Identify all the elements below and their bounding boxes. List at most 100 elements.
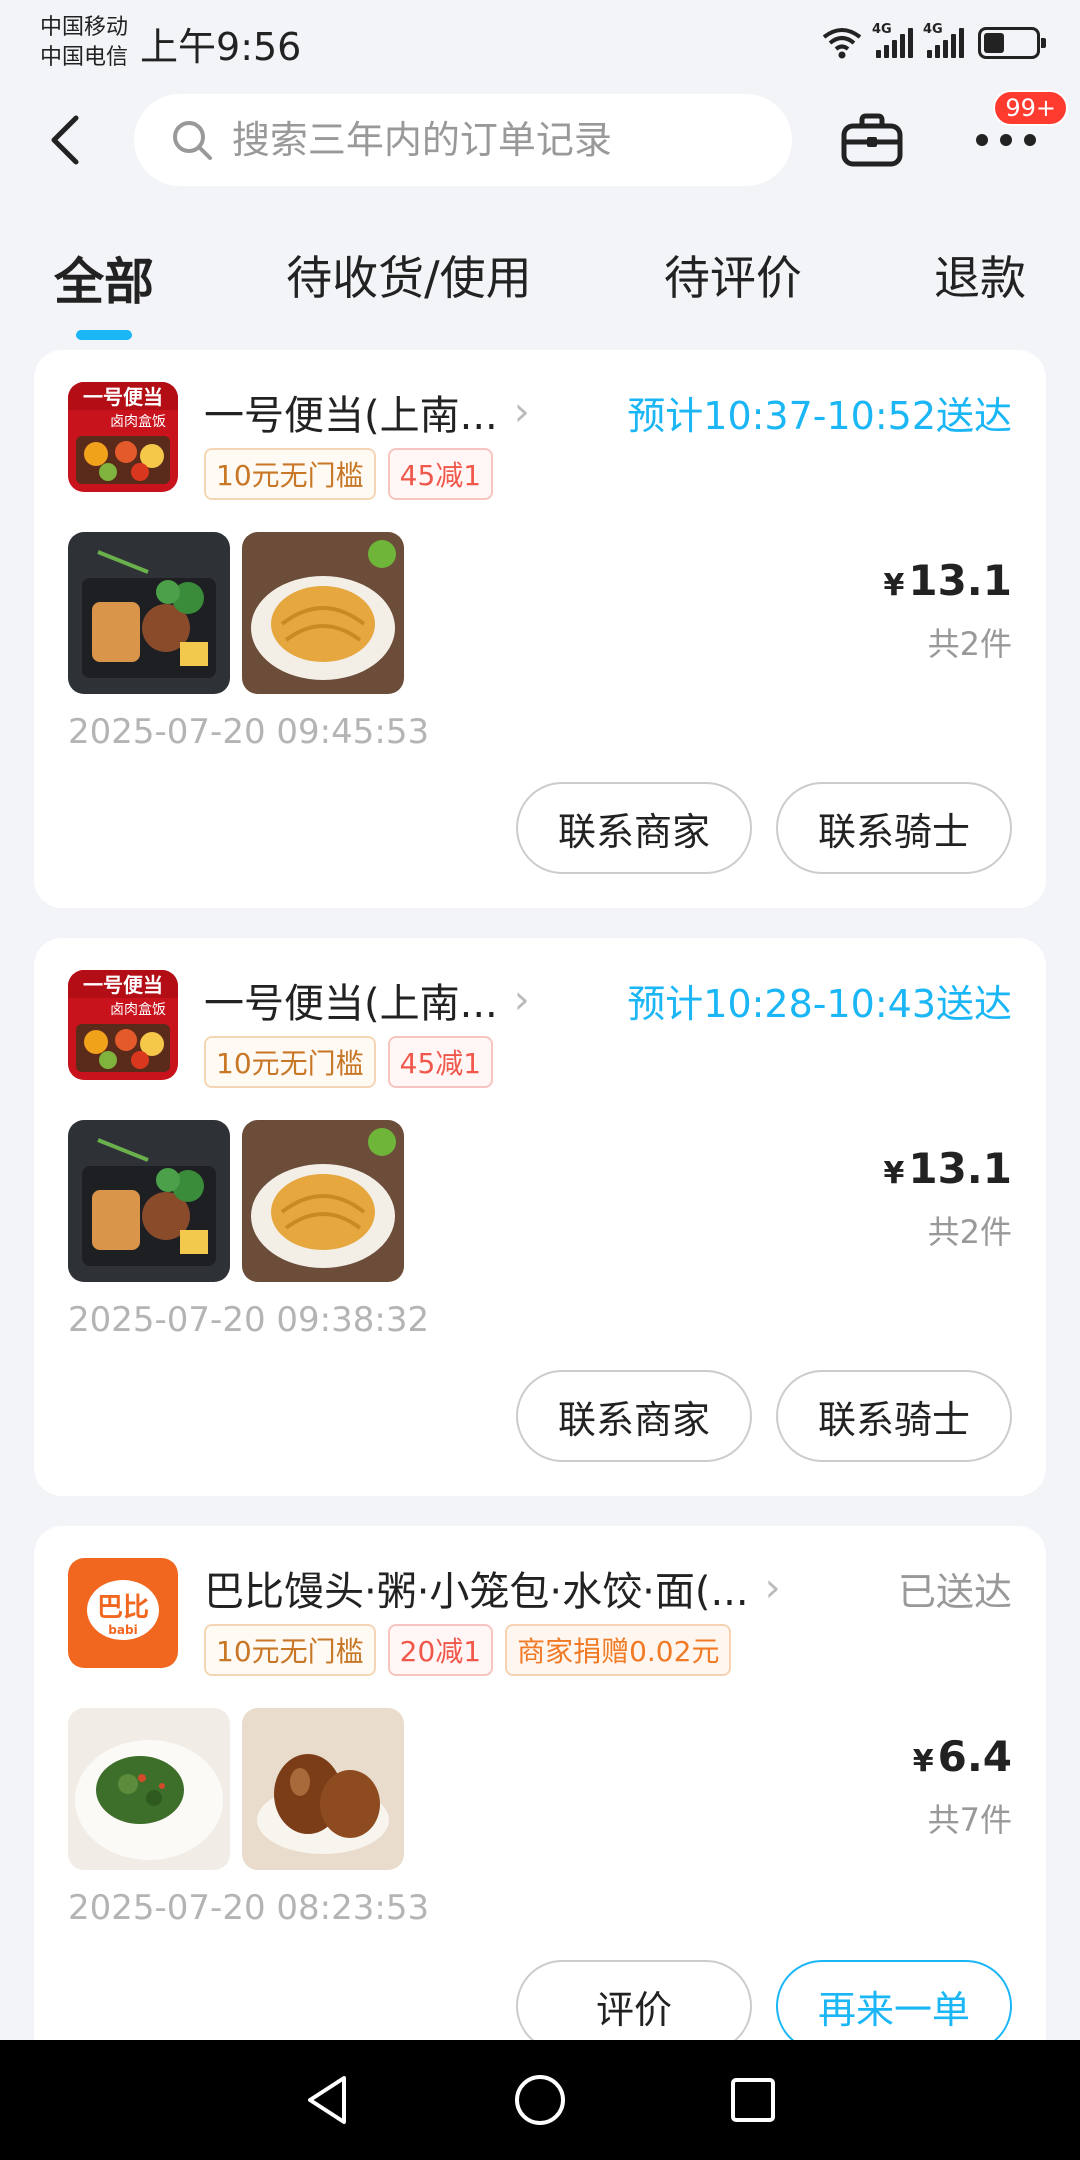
item-count: 共7件 [927, 1801, 1012, 1839]
promo-tag: 10元无门槛 [204, 448, 376, 500]
action-buttons: 联系商家 联系骑士 [516, 782, 1012, 874]
order-card[interactable]: 一号便当 卤肉盒饭 一号便当(上南... › 预计10:28-10:43送达 1… [34, 938, 1046, 1496]
reorder-button[interactable]: 再来一单 [776, 1960, 1012, 2052]
shop-name[interactable]: 一号便当(上南... [204, 971, 498, 1029]
delivery-status: 预计10:37-10:52送达 [627, 393, 1012, 438]
babi-logo-image: 巴比 babi [68, 1558, 178, 1668]
order-date: 2025-07-20 08:23:53 [68, 1888, 430, 1928]
bento-logo-title: 一号便当 [83, 385, 163, 409]
bento-logo-image: 一号便当 卤肉盒饭 [68, 970, 178, 1080]
bento-logo-subtitle: 卤肉盒饭 [110, 413, 166, 430]
order-list: 一号便当 卤肉盒饭 一号便当(上南... › 预计10:37-10:52送达 1… [34, 350, 1046, 2116]
toolbox-button[interactable] [832, 100, 912, 180]
search-box[interactable] [133, 94, 793, 186]
contact-merchant-button[interactable]: 联系商家 [516, 1370, 752, 1462]
shop-name[interactable]: 巴比馒头·粥·小笼包·水饺·面(... [204, 1559, 749, 1617]
notification-badge: 99+ [993, 90, 1068, 126]
order-date: 2025-07-20 09:45:53 [68, 712, 430, 752]
contact-rider-button[interactable]: 联系骑士 [776, 782, 1012, 874]
tab-pending-receipt[interactable]: 待收货/使用 [286, 232, 532, 308]
order-price: ¥13.1 [883, 1144, 1012, 1193]
product-image-bun [68, 1708, 230, 1870]
system-nav-bar [0, 2040, 1080, 2160]
briefcase-icon [841, 113, 903, 167]
shop-row: 一号便当 卤肉盒饭 一号便当(上南... › 预计10:37-10:52送达 1… [68, 382, 1012, 500]
delivery-status: 预计10:28-10:43送达 [627, 981, 1012, 1026]
promo-tags: 10元无门槛 45减1 [204, 448, 1012, 500]
order-tabs: 全部 待收货/使用 待评价 退款 [0, 232, 1080, 342]
shop-logo[interactable]: 一号便当 卤肉盒饭 [68, 382, 178, 492]
shop-info: 一号便当(上南... › 预计10:28-10:43送达 10元无门槛 45减1 [204, 970, 1012, 1088]
promo-tag: 10元无门槛 [204, 1624, 376, 1676]
shop-name[interactable]: 一号便当(上南... [204, 383, 498, 441]
action-buttons: 联系商家 联系骑士 [516, 1370, 1012, 1462]
product-image-bento [68, 532, 230, 694]
back-button[interactable] [34, 100, 94, 180]
back-arrow-icon [51, 115, 79, 165]
order-price: ¥6.4 [913, 1732, 1012, 1781]
triangle-back-icon [307, 2076, 346, 2124]
shop-info: 巴比馒头·粥·小笼包·水饺·面(... › 已送达 10元无门槛 20减1 商家… [204, 1558, 1012, 1676]
chevron-right-icon: › [513, 977, 530, 1023]
nav-back-button[interactable] [287, 2060, 367, 2140]
price-column: ¥6.4 共7件 [913, 1708, 1012, 1841]
promo-tag: 10元无门槛 [204, 1036, 376, 1088]
status-left: 中国移动 中国电信 上午9:56 [40, 13, 301, 73]
price-column: ¥13.1 共2件 [883, 1120, 1012, 1253]
carrier-info: 中国移动 中国电信 [40, 13, 128, 73]
product-image-egg-roll [242, 1120, 404, 1282]
contact-rider-button[interactable]: 联系骑士 [776, 1370, 1012, 1462]
clock: 上午9:56 [140, 24, 302, 69]
price-value: 13.1 [908, 556, 1012, 605]
signal-icon-2: 4G [923, 22, 964, 58]
order-price: ¥13.1 [883, 556, 1012, 605]
shop-logo[interactable]: 一号便当 卤肉盒饭 [68, 970, 178, 1080]
product-image-tea-egg [242, 1708, 404, 1870]
shop-info: 一号便当(上南... › 预计10:37-10:52送达 10元无门槛 45减1 [204, 382, 1012, 500]
promo-tag: 20减1 [387, 1624, 494, 1676]
item-count: 共2件 [927, 625, 1012, 663]
shop-row: 一号便当 卤肉盒饭 一号便当(上南... › 预计10:28-10:43送达 1… [68, 970, 1012, 1088]
search-icon [172, 121, 212, 160]
search-input[interactable] [231, 118, 752, 162]
shop-logo[interactable]: 巴比 babi [68, 1558, 178, 1668]
tab-refund[interactable]: 退款 [934, 232, 1026, 308]
battery-icon [978, 27, 1046, 59]
promo-tags: 10元无门槛 20减1 商家捐赠0.02元 [204, 1624, 1012, 1676]
bento-logo-image: 一号便当 卤肉盒饭 [68, 382, 178, 492]
square-recents-icon [731, 2078, 776, 2122]
order-date: 2025-07-20 09:38:32 [68, 1300, 430, 1340]
more-dots-icon [976, 134, 1037, 146]
shop-row: 巴比 babi 巴比馒头·粥·小笼包·水饺·面(... › 已送达 10元无门槛… [68, 1558, 1012, 1676]
carrier-2: 中国电信 [40, 45, 129, 70]
tab-pending-review[interactable]: 待评价 [664, 232, 802, 308]
goods-row[interactable]: ¥6.4 共7件 [68, 1708, 1012, 1870]
promo-tag: 45减1 [387, 1036, 494, 1088]
carrier-1: 中国移动 [40, 15, 129, 40]
order-card[interactable]: 一号便当 卤肉盒饭 一号便当(上南... › 预计10:37-10:52送达 1… [34, 350, 1046, 908]
nav-recents-button[interactable] [713, 2060, 793, 2140]
network-label-2: 4G [923, 22, 943, 37]
top-nav: 99+ [0, 90, 1080, 188]
bento-logo-title: 一号便当 [83, 973, 163, 997]
goods-row[interactable]: ¥13.1 共2件 [68, 532, 1012, 694]
currency-symbol: ¥ [883, 1156, 905, 1191]
contact-merchant-button[interactable]: 联系商家 [516, 782, 752, 874]
tab-all[interactable]: 全部 [54, 232, 154, 340]
order-card[interactable]: 巴比 babi 巴比馒头·粥·小笼包·水饺·面(... › 已送达 10元无门槛… [34, 1526, 1046, 2086]
status-right: 4G 4G [822, 22, 1046, 59]
wifi-icon [822, 28, 862, 59]
nav-home-button[interactable] [500, 2060, 580, 2140]
review-button[interactable]: 评价 [516, 1960, 752, 2052]
signal-icon-1: 4G [872, 22, 913, 58]
goods-row[interactable]: ¥13.1 共2件 [68, 1120, 1012, 1282]
product-image-egg-roll [242, 532, 404, 694]
shop-name-row: 一号便当(上南... › 预计10:28-10:43送达 [204, 970, 1012, 1030]
shop-name-row: 一号便当(上南... › 预计10:37-10:52送达 [204, 382, 1012, 442]
babi-logo-text: 巴比 [97, 1593, 149, 1623]
status-bar: 中国移动 中国电信 上午9:56 4G 4G [0, 0, 1080, 80]
circle-home-icon [514, 2075, 565, 2125]
item-count: 共2件 [927, 1213, 1012, 1251]
more-button[interactable]: 99+ [966, 90, 1068, 180]
chevron-right-icon: › [764, 1565, 781, 1611]
